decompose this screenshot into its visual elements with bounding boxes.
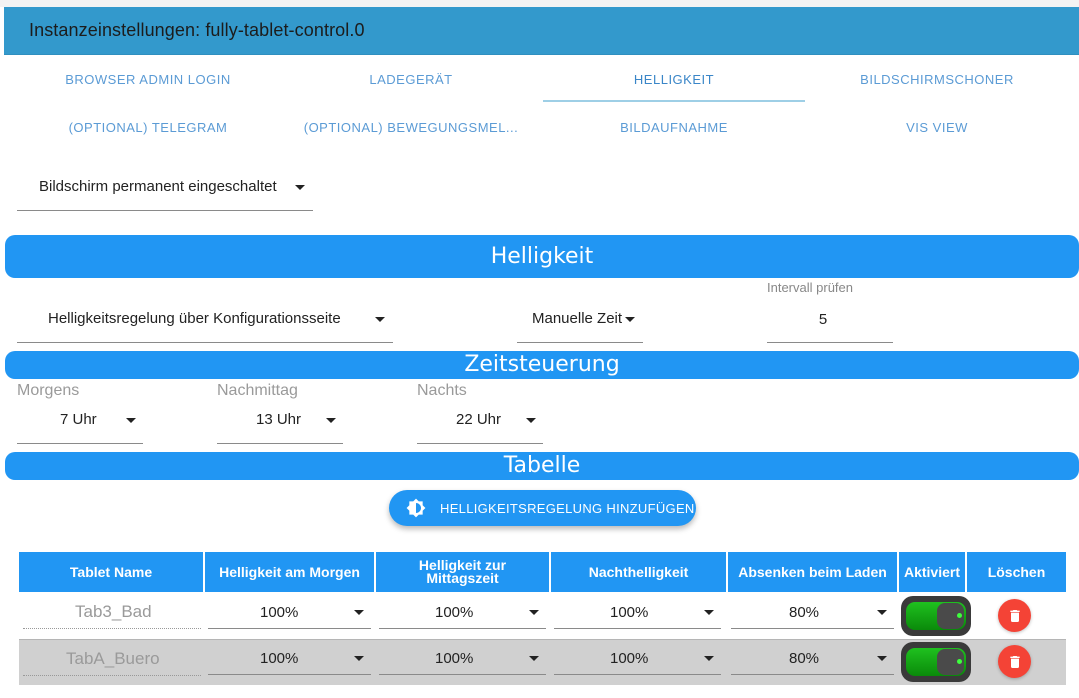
caret-down-icon [625, 317, 635, 322]
brightness-mode-select[interactable]: Helligkeitsregelung über Konfigurationss… [17, 297, 393, 343]
tab-telegram[interactable]: (OPTIONAL) TELEGRAM [17, 103, 279, 151]
nacht-brightness-select[interactable]: 100% [554, 642, 721, 675]
tab-bewegungsmelder[interactable]: (OPTIONAL) BEWEGUNGSMEL... [280, 103, 542, 151]
cell-value: 100% [260, 650, 299, 667]
nachts-value: 22 Uhr [456, 411, 502, 428]
dialog-title: Instanzeinstellungen: fully-tablet-contr… [29, 20, 365, 40]
toggle-led [957, 659, 962, 664]
column-header-nachthelligkeit: Nachthelligkeit [551, 552, 726, 592]
column-header-absenken-laden: Absenken beim Laden [728, 552, 897, 592]
time-mode-value: Manuelle Zeit [532, 310, 623, 327]
column-header-loeschen: Löschen [967, 552, 1066, 592]
trash-icon [1009, 655, 1020, 668]
section-header-zeitsteuerung: Zeitsteuerung [5, 351, 1079, 379]
morgen-brightness-select[interactable]: 100% [208, 642, 371, 675]
caret-down-icon [326, 418, 336, 423]
column-header-helligkeit-mittag: Helligkeit zur Mittagszeit [376, 552, 549, 592]
nacht-brightness-select[interactable]: 100% [554, 596, 721, 629]
caret-down-icon [375, 317, 385, 322]
name-underline [23, 675, 201, 676]
cell-value: 100% [435, 604, 474, 621]
column-header-helligkeit-morgen: Helligkeit am Morgen [205, 552, 374, 592]
interval-input[interactable]: 5 [767, 297, 893, 343]
tablet-name-cell[interactable]: Tab3_Bad [75, 602, 152, 622]
tab-ladegeraet[interactable]: LADEGERÄT [280, 55, 542, 103]
aktiviert-toggle[interactable] [901, 642, 971, 682]
morgens-value: 7 Uhr [60, 411, 97, 428]
tab-bildschirmschoner[interactable]: BILDSCHIRMSCHONER [806, 55, 1068, 103]
add-button-label: HELLIGKEITSREGELUNG HINZUFÜGEN [440, 500, 695, 516]
cell-value: 100% [610, 650, 649, 667]
caret-down-icon [526, 418, 536, 423]
laden-brightness-select[interactable]: 80% [731, 596, 894, 629]
caret-down-icon [877, 656, 887, 661]
mittag-brightness-select[interactable]: 100% [379, 596, 546, 629]
add-brightness-rule-button[interactable]: HELLIGKEITSREGELUNG HINZUFÜGEN [389, 490, 696, 526]
caret-down-icon [126, 418, 136, 423]
trash-icon [1009, 609, 1020, 622]
caret-down-icon [529, 610, 539, 615]
cell-value: 80% [789, 604, 820, 621]
caret-down-icon [295, 185, 305, 190]
tablet-name-cell[interactable]: TabA_Buero [66, 649, 160, 669]
column-header-tablet-name: Tablet Name [19, 552, 203, 592]
caret-down-icon [704, 610, 714, 615]
caret-down-icon [529, 656, 539, 661]
interval-value: 5 [818, 311, 828, 328]
section-header-helligkeit: Helligkeit [5, 235, 1079, 278]
name-underline [23, 628, 201, 629]
nachts-label: Nachts [417, 382, 467, 399]
tab-browser-admin-login[interactable]: BROWSER ADMIN LOGIN [17, 55, 279, 103]
active-tab-indicator [543, 100, 805, 102]
column-header-aktiviert: Aktiviert [899, 552, 965, 592]
morgen-brightness-select[interactable]: 100% [208, 596, 371, 629]
section-header-tabelle: Tabelle [5, 452, 1079, 480]
nachmittag-select[interactable]: 13 Uhr [217, 402, 343, 444]
nachts-select[interactable]: 22 Uhr [417, 402, 543, 444]
delete-button[interactable] [998, 645, 1031, 678]
toggle-led [957, 613, 962, 618]
caret-down-icon [354, 656, 364, 661]
cell-value: 100% [435, 650, 474, 667]
cell-value: 100% [260, 604, 299, 621]
caret-down-icon [704, 656, 714, 661]
settings-dialog: Instanzeinstellungen: fully-tablet-contr… [0, 0, 1079, 698]
brightness-mode-value: Helligkeitsregelung über Konfigurationss… [48, 310, 341, 327]
tab-vis-view[interactable]: VIS VIEW [806, 103, 1068, 151]
title-bar: Instanzeinstellungen: fully-tablet-contr… [4, 7, 1079, 55]
morgens-select[interactable]: 7 Uhr [17, 402, 143, 444]
tab-bildaufnahme[interactable]: BILDAUFNAHME [543, 103, 805, 151]
delete-button[interactable] [998, 599, 1031, 632]
caret-down-icon [354, 610, 364, 615]
tab-helligkeit[interactable]: HELLIGKEIT [543, 55, 805, 103]
screen-mode-select[interactable]: Bildschirm permanent eingeschaltet [17, 162, 313, 211]
nachmittag-label: Nachmittag [217, 382, 298, 399]
aktiviert-toggle[interactable] [901, 596, 971, 636]
window-top-edge [0, 0, 1079, 7]
cell-value: 80% [789, 650, 820, 667]
time-mode-select[interactable]: Manuelle Zeit [517, 297, 643, 343]
mittag-brightness-select[interactable]: 100% [379, 642, 546, 675]
interval-label: Intervall prüfen [767, 280, 853, 295]
nachmittag-value: 13 Uhr [256, 411, 302, 428]
caret-down-icon [877, 610, 887, 615]
brightness-icon [406, 498, 426, 518]
morgens-label: Morgens [17, 382, 80, 399]
cell-value: 100% [610, 604, 649, 621]
screen-mode-value: Bildschirm permanent eingeschaltet [39, 178, 277, 195]
laden-brightness-select[interactable]: 80% [731, 642, 894, 675]
